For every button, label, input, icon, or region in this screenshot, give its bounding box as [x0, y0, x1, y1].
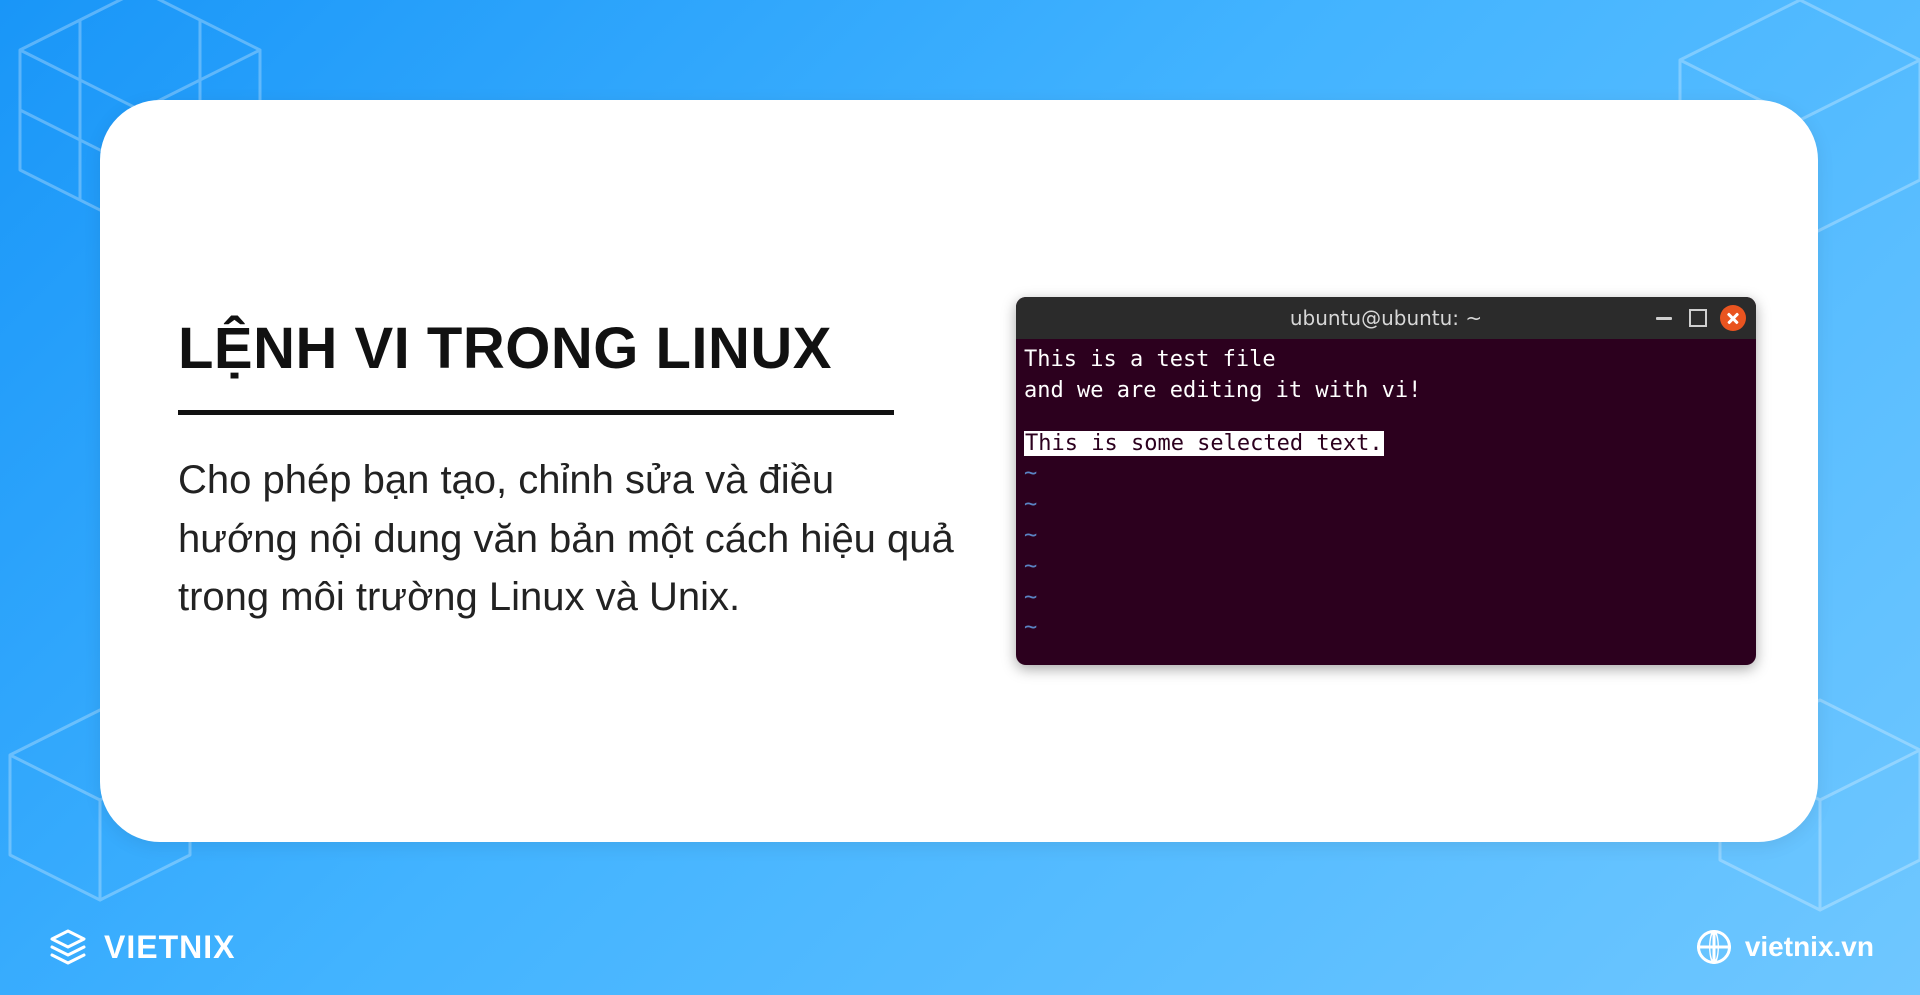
- terminal-titlebar: ubuntu@ubuntu: ~: [1016, 297, 1756, 339]
- terminal-tilde-line: ~: [1024, 490, 1748, 521]
- globe-icon: [1697, 930, 1731, 964]
- brand-mark-icon: [46, 925, 90, 969]
- title-underline: [178, 410, 894, 415]
- window-controls: [1652, 305, 1746, 331]
- terminal-body: This is a test file and we are editing i…: [1016, 339, 1756, 665]
- terminal-tilde-line: ~: [1024, 552, 1748, 583]
- terminal-tilde-line: ~: [1024, 521, 1748, 552]
- terminal-line: and we are editing it with vi!: [1024, 376, 1748, 407]
- content-card: LỆNH VI TRONG LINUX Cho phép bạn tạo, ch…: [100, 100, 1818, 842]
- terminal-line: This is a test file: [1024, 345, 1748, 376]
- slide-title: LỆNH VI TRONG LINUX: [178, 315, 958, 382]
- terminal-window: ubuntu@ubuntu: ~ This is a test file and…: [1016, 297, 1756, 665]
- minimize-icon[interactable]: [1652, 306, 1676, 330]
- terminal-selected-line: This is some selected text.: [1024, 429, 1748, 460]
- close-icon[interactable]: [1720, 305, 1746, 331]
- terminal-title: ubuntu@ubuntu: ~: [1016, 306, 1756, 330]
- terminal-tilde-line: ~: [1024, 583, 1748, 614]
- brand-logo: VIETNIX: [46, 925, 235, 969]
- terminal-column: ubuntu@ubuntu: ~ This is a test file and…: [1016, 277, 1756, 665]
- slide-description: Cho phép bạn tạo, chỉnh sửa và điều hướn…: [178, 451, 958, 626]
- terminal-blank-line: [1024, 407, 1748, 429]
- maximize-icon[interactable]: [1686, 306, 1710, 330]
- slide-footer: VIETNIX vietnix.vn: [0, 909, 1920, 995]
- terminal-tilde-line: ~: [1024, 459, 1748, 490]
- brand-name: VIETNIX: [104, 929, 235, 966]
- footer-url-text: vietnix.vn: [1745, 931, 1874, 963]
- terminal-tilde-line: ~: [1024, 613, 1748, 644]
- text-column: LỆNH VI TRONG LINUX Cho phép bạn tạo, ch…: [178, 315, 958, 626]
- footer-url: vietnix.vn: [1697, 930, 1874, 964]
- slide-stage: LỆNH VI TRONG LINUX Cho phép bạn tạo, ch…: [0, 0, 1920, 995]
